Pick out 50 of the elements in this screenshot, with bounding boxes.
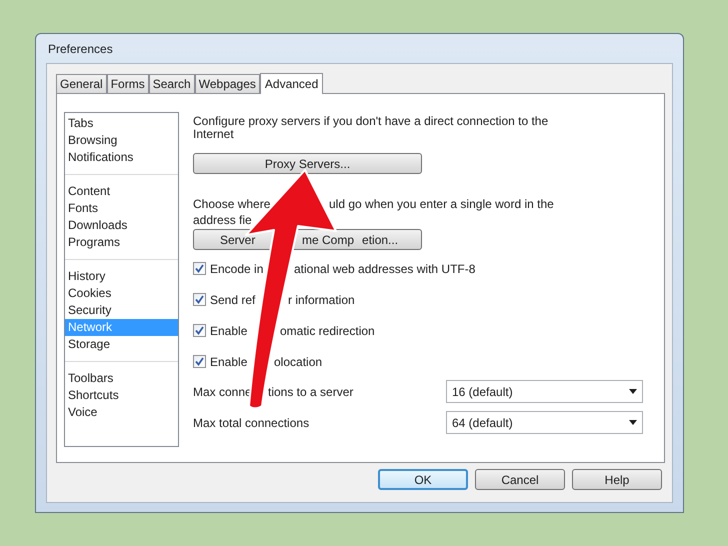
- window-title: Preferences: [48, 40, 113, 58]
- category-item[interactable]: Browsing: [65, 132, 178, 149]
- proxy-servers-button[interactable]: Proxy Servers...: [193, 153, 422, 174]
- dialog-button[interactable]: OK: [378, 469, 468, 490]
- check-icon: [195, 326, 204, 335]
- category-item[interactable]: Fonts: [65, 200, 178, 217]
- check-icon: [195, 295, 204, 304]
- select-field[interactable]: 16 (default): [446, 380, 643, 403]
- tab[interactable]: General: [56, 74, 107, 93]
- checkbox[interactable]: [193, 262, 206, 275]
- category-item[interactable]: Content: [65, 183, 178, 200]
- tab[interactable]: Advanced: [260, 73, 324, 94]
- completion-description: address fie: [193, 213, 252, 227]
- completion-description: Choose where: [193, 197, 270, 211]
- category-item[interactable]: Shortcuts: [65, 387, 178, 404]
- category-item[interactable]: Security: [65, 302, 178, 319]
- checkbox[interactable]: [193, 293, 206, 306]
- category-item[interactable]: Notifications: [65, 149, 178, 166]
- checkbox-label: Enable: [210, 324, 248, 338]
- dropdown-caret-icon: [629, 420, 637, 425]
- checkbox-label: olocation: [274, 354, 322, 368]
- category-item[interactable]: History: [65, 268, 178, 285]
- checkbox-label: ational web addresses with UTF-8: [294, 262, 476, 276]
- category-item[interactable]: Tabs: [65, 115, 178, 132]
- tab[interactable]: Forms: [106, 74, 149, 93]
- check-icon: [195, 264, 204, 273]
- checkbox-label: Encode in: [210, 262, 264, 276]
- category-item[interactable]: Cookies: [65, 285, 178, 302]
- checkbox-label: Send ref: [210, 292, 256, 306]
- category-item[interactable]: Toolbars: [65, 370, 178, 387]
- select-field[interactable]: 64 (default): [446, 411, 643, 434]
- checkbox-label: Enable: [210, 354, 248, 368]
- checkbox[interactable]: [193, 355, 206, 368]
- select-label: tions to a server: [268, 384, 354, 398]
- checkbox-label: r information: [288, 292, 355, 306]
- category-item[interactable]: Downloads: [65, 217, 178, 234]
- tab[interactable]: Webpages: [194, 74, 260, 93]
- select-label: Max total connections: [193, 416, 310, 430]
- check-icon: [195, 357, 204, 366]
- dropdown-caret-icon: [629, 389, 637, 394]
- category-item[interactable]: Storage: [65, 336, 178, 353]
- category-item[interactable]: Voice: [65, 404, 178, 421]
- checkbox-label: omatic redirection: [280, 324, 375, 338]
- checkbox[interactable]: [193, 324, 206, 337]
- completion-description: uld go when you enter a single word in the: [329, 197, 554, 211]
- tab[interactable]: Search: [148, 74, 195, 93]
- proxy-description: Configure proxy servers if you don't have a direct connection to the Internet: [193, 115, 550, 141]
- category-item[interactable]: Programs: [65, 234, 178, 251]
- dialog-button[interactable]: Cancel: [475, 469, 565, 490]
- dialog-button[interactable]: Help: [572, 469, 662, 490]
